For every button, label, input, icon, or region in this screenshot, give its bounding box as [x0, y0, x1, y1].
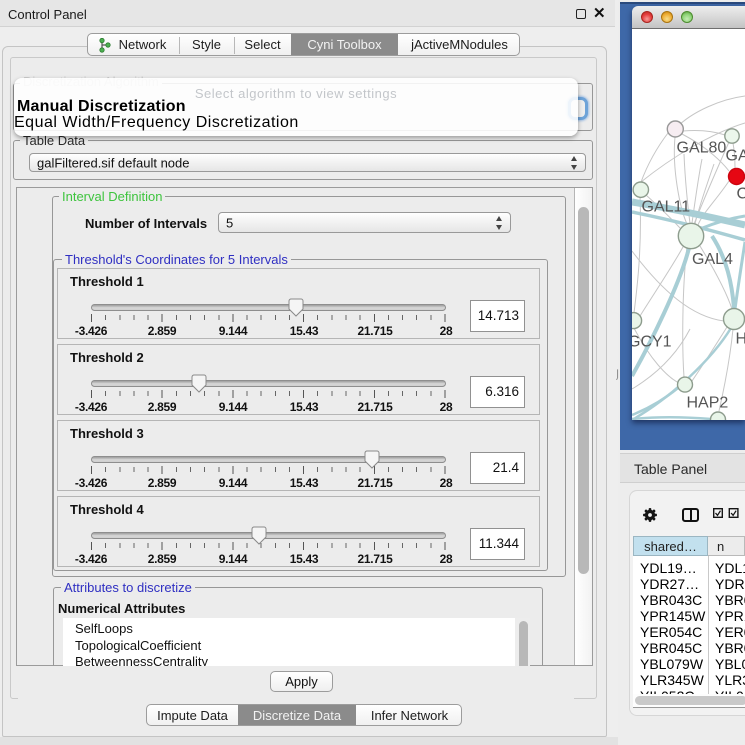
svg-text:GAL11: GAL11: [642, 199, 691, 216]
svg-text:GCY1: GCY1: [632, 334, 672, 351]
svg-text:HAP2: HAP2: [687, 395, 729, 412]
svg-text:C: C: [737, 186, 745, 203]
svg-text:GAL: GAL: [726, 148, 745, 165]
svg-text:H: H: [736, 331, 745, 348]
svg-text:GAL4: GAL4: [692, 251, 733, 268]
svg-text:GAL80: GAL80: [677, 140, 727, 157]
